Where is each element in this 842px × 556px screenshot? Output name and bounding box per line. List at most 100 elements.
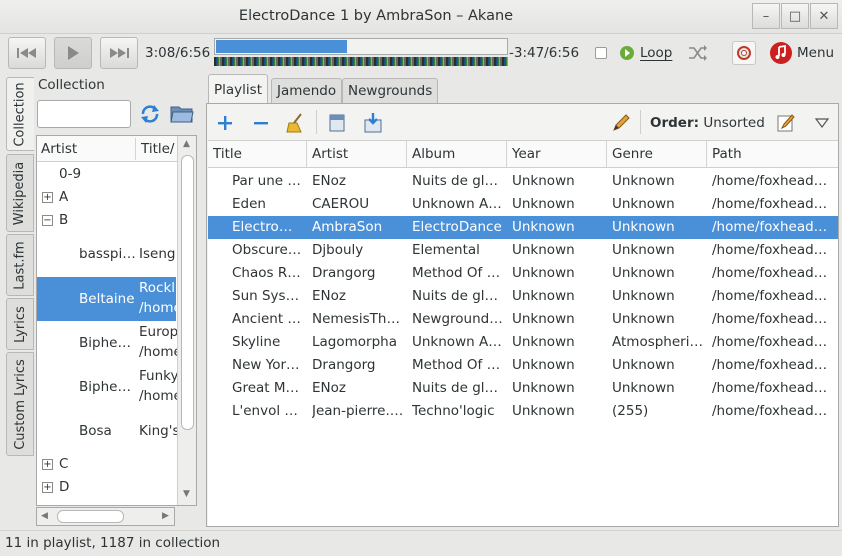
play-icon <box>68 46 79 60</box>
playlist-panel: Order: Unsorted Title Artist Album Year … <box>206 103 839 527</box>
remove-button[interactable] <box>249 111 273 135</box>
tree-node-b[interactable]: − B <box>37 209 176 232</box>
tab-newgrounds[interactable]: Newgrounds <box>342 78 439 104</box>
skip-forward-icon <box>110 48 129 58</box>
tab-jamendo[interactable]: Jamendo <box>271 78 343 104</box>
column-header-path[interactable]: Path <box>707 141 838 168</box>
menu-music-icon[interactable] <box>769 41 793 65</box>
column-header-album[interactable]: Album <box>407 141 507 168</box>
playlist-row[interactable]: Ancient … NemesisThe… Newground… Unknown Unk… <box>208 308 838 331</box>
cell-artist: ENoz <box>312 288 346 304</box>
expand-icon[interactable]: + <box>42 459 53 470</box>
collection-tree[interactable]: Artist Title/ 0-9 + A − B basspi… Iseng … <box>36 135 197 506</box>
cell-genre: Unknown <box>612 380 675 396</box>
collection-vertical-scrollbar[interactable]: ▲ ▼ <box>177 136 196 505</box>
tree-item[interactable]: Biphe… Europ /home <box>37 321 182 365</box>
cell-path: /home/foxhead1… <box>712 265 834 281</box>
tree-item[interactable]: basspi… Iseng <box>37 232 176 277</box>
expand-icon[interactable]: + <box>42 192 53 203</box>
cell-title: L'envol d… <box>232 403 302 419</box>
next-button[interactable] <box>100 37 138 69</box>
stop-after-checkbox[interactable] <box>595 47 607 59</box>
tab-collection[interactable]: Collection <box>6 77 34 151</box>
cell-title: New Yor… <box>232 357 300 373</box>
elapsed-time: 3:08/6:56 <box>145 45 211 61</box>
scrollbar-thumb[interactable] <box>181 155 194 430</box>
add-button[interactable] <box>213 111 237 135</box>
tree-node-c[interactable]: + C <box>37 453 176 476</box>
tree-node-a[interactable]: + A <box>37 186 176 209</box>
tab-custom-lyrics[interactable]: Custom Lyrics <box>6 352 34 456</box>
edit-order-button[interactable] <box>774 111 798 135</box>
minimize-icon: – <box>762 8 770 24</box>
playlist-row[interactable]: Obscure … Djbouly Elemental Unknown Unknown /… <box>208 239 838 262</box>
cell-title: ElectroD… <box>232 219 302 235</box>
clear-button[interactable] <box>283 111 307 135</box>
cell-genre: Unknown <box>612 311 675 327</box>
cell-year: Unknown <box>512 288 575 304</box>
tree-item[interactable]: Bosa King's <box>37 409 179 453</box>
playlist-row[interactable]: New Yor… Drangorg Method Of … Unknown Unknow… <box>208 354 838 377</box>
loop-toggle[interactable]: Loop <box>640 45 672 61</box>
close-window-button[interactable]: ✕ <box>810 3 838 29</box>
expand-icon[interactable]: + <box>42 482 53 493</box>
playlist-row-playing[interactable]: ElectroD… AmbraSon ElectroDance Unknown Unkn… <box>208 216 838 239</box>
tab-lyrics[interactable]: Lyrics <box>6 298 34 350</box>
tab-lastfm[interactable]: Last.fm <box>6 234 34 296</box>
column-header-artist[interactable]: Artist <box>307 141 407 168</box>
tab-wikipedia[interactable]: Wikipedia <box>6 154 34 232</box>
chevron-down-icon <box>815 118 829 128</box>
menu-button[interactable]: Menu <box>797 45 834 61</box>
playlist-row[interactable]: Eden CAEROU Unknown Al… Unknown Unknown/home… <box>208 193 838 216</box>
cell-album: ElectroDance <box>412 219 502 235</box>
progress-track[interactable] <box>214 38 508 55</box>
refresh-icon[interactable] <box>139 103 161 125</box>
cell-year: Unknown <box>512 219 575 235</box>
scrollbar-thumb[interactable] <box>57 510 124 523</box>
edit-button[interactable] <box>609 111 633 135</box>
column-header-title[interactable]: Title/ <box>141 141 174 157</box>
collapse-icon[interactable]: − <box>42 215 53 226</box>
tree-item[interactable]: Biphe… Funky /home <box>37 365 182 409</box>
folder-open-icon[interactable] <box>170 104 194 124</box>
maximize-button[interactable]: □ <box>781 3 809 29</box>
playlist-row[interactable]: Sun Syst… ENoz Nuits de glace Unknown Unknow… <box>208 285 838 308</box>
save-playlist-button[interactable] <box>361 111 385 135</box>
collection-horizontal-scrollbar[interactable]: ◀ ▶ <box>36 507 175 526</box>
stop-button[interactable] <box>732 41 756 65</box>
cell-artist: Djbouly <box>312 242 364 258</box>
playlist-row[interactable]: Skyline Lagomorpha Unknown Al… Unknown Atmos… <box>208 331 838 354</box>
cell-genre: Atmospheric… <box>612 334 704 350</box>
collection-search-input[interactable] <box>37 100 131 128</box>
playlist-row[interactable]: Great Me… ENoz Nuits de glace Unknown Unknow… <box>208 377 838 400</box>
tree-item-selected[interactable]: Beltaine Rockl /home <box>37 277 182 321</box>
playlist-row[interactable]: Par une l… ENoz Nuits de glace Unknown Unkno… <box>208 170 838 193</box>
seek-bar[interactable] <box>214 38 508 68</box>
column-header-genre[interactable]: Genre <box>607 141 707 168</box>
play-button[interactable] <box>54 37 92 69</box>
tab-playlist[interactable]: Playlist <box>208 74 268 104</box>
cell-genre: Unknown <box>612 265 675 281</box>
tree-node-d[interactable]: + D <box>37 476 176 499</box>
column-header-title[interactable]: Title <box>208 141 307 168</box>
open-playlist-button[interactable] <box>325 111 349 135</box>
tree-node-0-9[interactable]: 0-9 <box>37 163 176 186</box>
cell-path: /home/foxhead1… <box>712 380 834 396</box>
previous-button[interactable] <box>8 37 46 69</box>
playlist-table[interactable]: Title Artist Album Year Genre Path Par u… <box>208 140 838 526</box>
broom-icon <box>286 113 302 133</box>
scroll-right-icon[interactable]: ▶ <box>162 511 169 521</box>
shuffle-icon[interactable] <box>688 44 708 62</box>
playlist-row[interactable]: Chaos R… Drangorg Method Of … Unknown Unknow… <box>208 262 838 285</box>
cell-album: Unknown Al… <box>412 196 504 212</box>
scroll-left-icon[interactable]: ◀ <box>41 511 48 521</box>
playlist-row[interactable]: L'envol d… Jean-pierre.… Techno'logic Unkno… <box>208 400 838 423</box>
cell-artist: Drangorg <box>312 265 376 281</box>
order-dropdown-button[interactable] <box>810 111 834 135</box>
column-header-artist[interactable]: Artist <box>41 141 77 157</box>
scroll-down-icon[interactable]: ▼ <box>183 489 190 499</box>
column-header-year[interactable]: Year <box>507 141 607 168</box>
minimize-button[interactable]: – <box>752 3 780 29</box>
cell-year: Unknown <box>512 311 575 327</box>
scroll-up-icon[interactable]: ▲ <box>183 139 190 149</box>
